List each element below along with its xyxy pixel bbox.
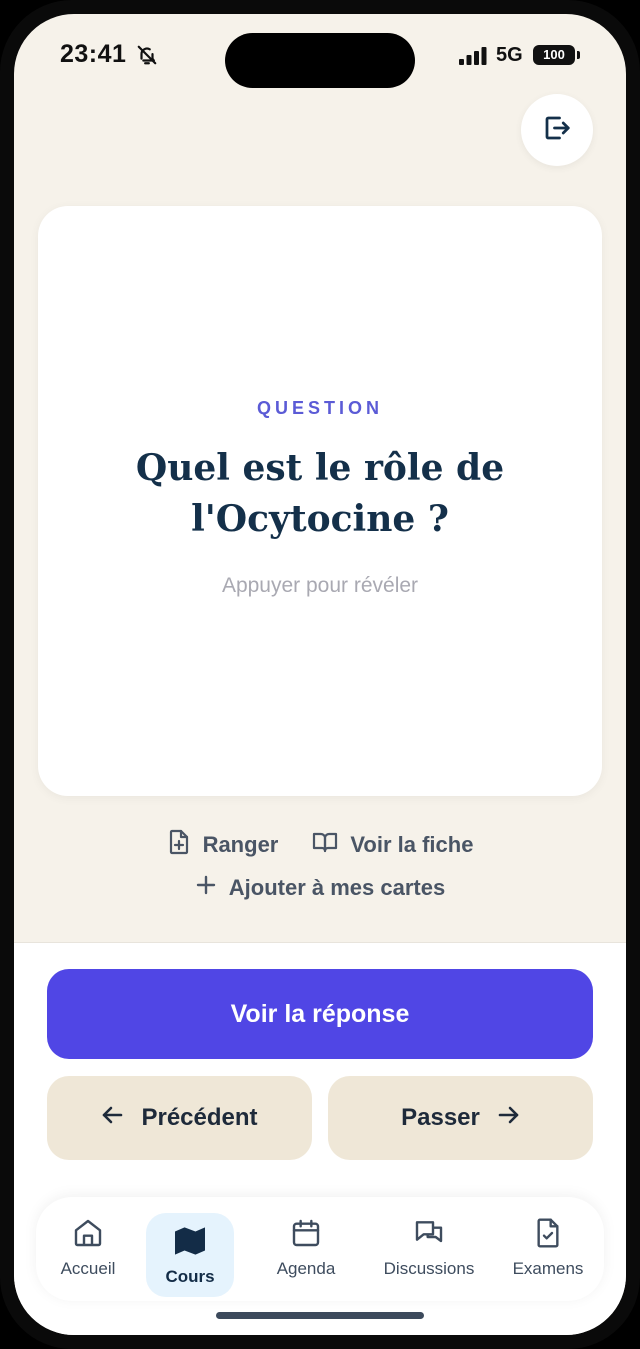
card-label: QUESTION (256, 398, 383, 418)
bell-off-icon (136, 44, 158, 71)
arrow-left-icon (101, 1104, 123, 1132)
arrow-right-icon (498, 1104, 520, 1132)
calendar-icon (290, 1213, 322, 1253)
bottom-panel: Voir la réponse Précédent Passer Accueil… (14, 942, 626, 1335)
add-to-cards-button[interactable]: Ajouter à mes cartes (195, 874, 445, 902)
card-actions: Ranger Voir la fiche (14, 829, 626, 861)
network-type: 5G (496, 44, 523, 66)
signal-icon (459, 47, 487, 70)
phone-frame: 23:41 5G 100 QUESTION Quel est le rôle d… (0, 0, 640, 1349)
flashcard[interactable]: QUESTION Quel est le rôle de l'Ocytocine… (38, 206, 602, 796)
tab-cours[interactable]: Cours (146, 1213, 234, 1297)
tab-accueil[interactable]: Accueil (42, 1213, 134, 1297)
reveal-answer-button[interactable]: Voir la réponse (47, 969, 593, 1059)
view-sheet-button[interactable]: Voir la fiche (312, 829, 473, 861)
skip-label: Passer (401, 1104, 480, 1131)
tab-label: Accueil (60, 1259, 116, 1278)
tab-examens[interactable]: Examens (502, 1213, 594, 1297)
exit-icon (542, 113, 572, 148)
plus-icon (195, 874, 217, 902)
book-icon (312, 830, 338, 860)
file-plus-icon (167, 829, 191, 861)
tab-label: Examens (512, 1259, 584, 1278)
battery-icon: 100 (533, 45, 575, 65)
tab-label: Cours (165, 1267, 215, 1286)
tab-label: Agenda (276, 1259, 336, 1278)
add-card-row: Ajouter à mes cartes (14, 874, 626, 902)
home-indicator (216, 1312, 424, 1319)
status-time: 23:41 (60, 40, 127, 68)
previous-button[interactable]: Précédent (47, 1076, 312, 1160)
battery-tip (577, 51, 580, 59)
app-screen: 23:41 5G 100 QUESTION Quel est le rôle d… (14, 14, 626, 1335)
store-card-label: Ranger (202, 832, 279, 857)
question-text: Quel est le rôle de l'Ocytocine ? (135, 447, 505, 540)
previous-label: Précédent (141, 1104, 258, 1131)
home-icon (72, 1213, 104, 1253)
tab-bar: Accueil Cours Agenda Discussions Examens (36, 1197, 604, 1301)
tab-agenda[interactable]: Agenda (260, 1213, 352, 1297)
chat-icon (413, 1213, 445, 1253)
skip-button[interactable]: Passer (328, 1076, 593, 1160)
add-to-cards-label: Ajouter à mes cartes (228, 875, 446, 900)
store-card-button[interactable]: Ranger (167, 829, 279, 861)
dynamic-island (225, 33, 415, 88)
exit-button[interactable] (521, 94, 593, 166)
map-icon (173, 1221, 207, 1261)
view-sheet-label: Voir la fiche (350, 832, 474, 857)
tab-label: Discussions (383, 1259, 475, 1278)
tab-discussions[interactable]: Discussions (364, 1213, 494, 1297)
reveal-hint: Appuyer pour révéler (221, 574, 419, 597)
exam-icon (532, 1213, 564, 1253)
